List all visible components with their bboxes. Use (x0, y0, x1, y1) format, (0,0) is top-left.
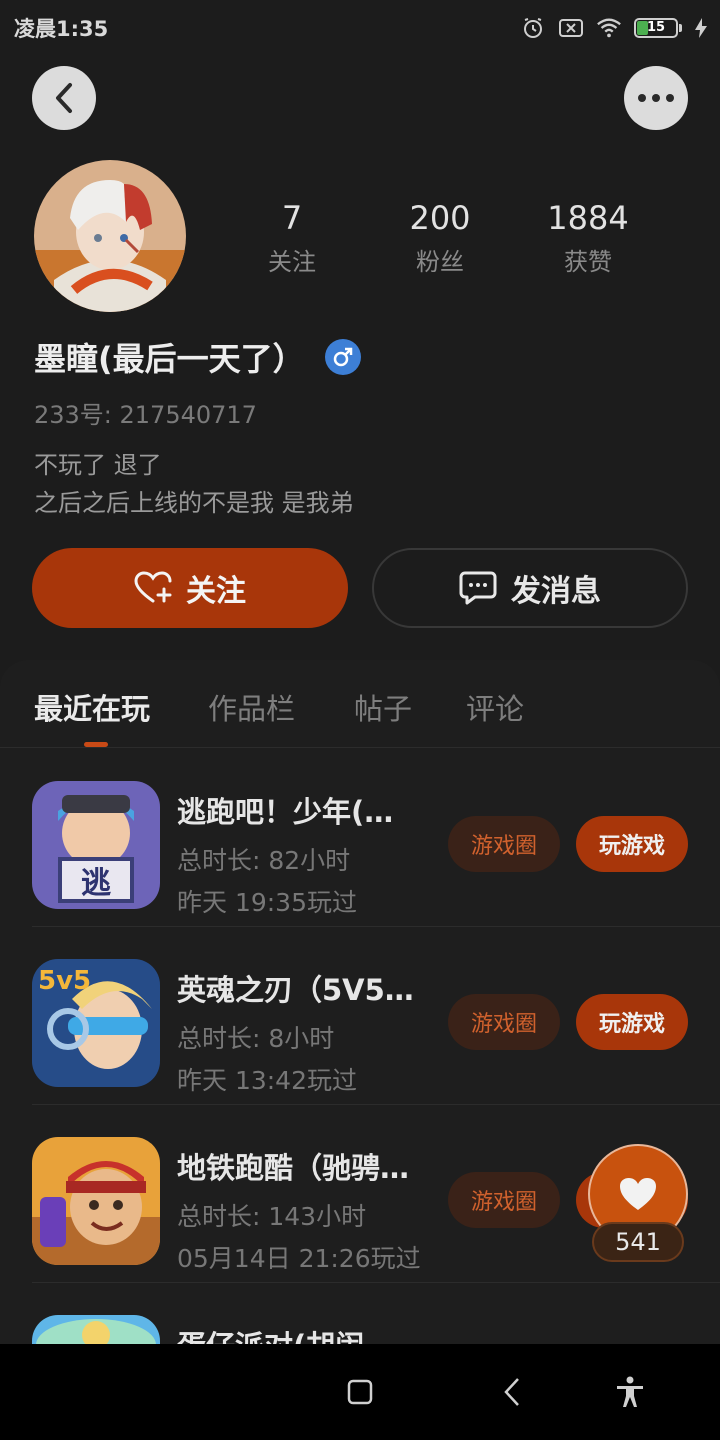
accessibility-icon (617, 1376, 643, 1407)
back-button[interactable] (32, 66, 96, 130)
stat-following[interactable]: 7 关注 (218, 196, 366, 277)
tab-posts[interactable]: 帖子 (354, 686, 412, 728)
following-count: 7 (281, 199, 303, 237)
svg-text:5v5: 5v5 (38, 966, 91, 996)
follow-label: 关注 (186, 574, 246, 609)
profile-bio: 不玩了 退了 之后之后上线的不是我 是我弟 (34, 446, 354, 522)
heart-plus-icon (134, 571, 172, 603)
profile-name: 墨瞳(最后一天了） (34, 340, 305, 378)
game-duration: 总时长: 8小时 (177, 1024, 335, 1053)
game-icon (32, 1137, 160, 1265)
game-last-played: 05月14日 21:26玩过 (177, 1244, 421, 1273)
recent-apps-button[interactable] (342, 1374, 378, 1410)
following-label: 关注 (268, 248, 316, 276)
message-label: 发消息 (511, 574, 601, 609)
back-arrow-icon (504, 1378, 519, 1406)
svg-text:逃: 逃 (81, 866, 111, 901)
likes-count: 1884 (547, 199, 629, 237)
fans-label: 粉丝 (416, 248, 464, 276)
game-circle-button[interactable]: 游戏圈 (448, 816, 560, 872)
likes-label: 获赞 (564, 248, 612, 276)
game-icon: 逃 (32, 781, 160, 909)
game-item[interactable]: 逃 逃跑吧！少年(… 总时长: 82小时 昨天 19:35玩过 游戏圈 玩游戏 (32, 749, 720, 927)
status-time: 凌晨1:35 (14, 17, 109, 41)
game-last-played: 昨天 19:35玩过 (177, 888, 357, 917)
stat-fans[interactable]: 200 粉丝 (366, 196, 514, 277)
game-last-played: 昨天 13:42玩过 (177, 1066, 357, 1095)
battery-level: 15 (646, 20, 666, 35)
tab-bar: 最近在玩 作品栏 帖子 评论 (0, 660, 720, 748)
chevron-left-icon (56, 83, 72, 113)
game-item[interactable]: 蛋仔派对(胡闹… (32, 1283, 720, 1344)
tab-indicator (84, 742, 108, 747)
tab-recently-played[interactable]: 最近在玩 (34, 686, 150, 728)
message-button[interactable]: 发消息 (372, 548, 688, 628)
male-icon (324, 339, 361, 375)
top-bar (32, 66, 688, 132)
game-title: 逃跑吧！少年(… (177, 795, 394, 829)
game-item[interactable]: 5v5 英魂之刃（5V5… 总时长: 8小时 昨天 13:42玩过 游戏圈 玩游… (32, 927, 720, 1105)
tab-comments[interactable]: 评论 (466, 686, 524, 728)
bio-line-2: 之后之后上线的不是我 是我弟 (34, 489, 354, 517)
chat-bubble-icon (459, 571, 497, 605)
tab-works[interactable]: 作品栏 (208, 686, 295, 728)
battery-icon: 15 (634, 18, 682, 38)
like-count: 541 (592, 1222, 684, 1262)
more-button[interactable] (624, 66, 688, 130)
profile-stats: 7 关注 200 粉丝 1884 获赞 (218, 196, 662, 277)
system-nav-bar (0, 1344, 720, 1440)
play-game-button[interactable]: 玩游戏 (576, 994, 688, 1050)
sim-disabled-icon (558, 15, 584, 41)
game-title: 蛋仔派对(胡闹… (177, 1323, 422, 1344)
like-float-button[interactable]: 541 (588, 1144, 688, 1264)
fans-count: 200 (409, 199, 471, 237)
status-icons: 15 (520, 15, 708, 41)
heart-icon (620, 1178, 656, 1210)
status-bar: 凌晨1:35 15 (0, 0, 720, 56)
game-duration: 总时长: 143小时 (177, 1202, 367, 1231)
alarm-icon (520, 15, 546, 41)
bio-line-1: 不玩了 退了 (34, 451, 162, 479)
charging-icon (694, 15, 708, 41)
play-game-button[interactable]: 玩游戏 (576, 816, 688, 872)
game-title: 地铁跑酷（驰骋… (177, 1151, 410, 1185)
game-title: 英魂之刃（5V5… (177, 973, 414, 1007)
more-dots-icon (638, 94, 674, 102)
game-icon (32, 1315, 160, 1344)
game-duration: 总时长: 82小时 (177, 846, 351, 875)
profile-uid: 233号: 217540717 (34, 401, 257, 429)
avatar[interactable] (34, 160, 186, 312)
game-circle-button[interactable]: 游戏圈 (448, 994, 560, 1050)
system-back-button[interactable] (494, 1374, 530, 1410)
profile-name-row: 墨瞳(最后一天了） (34, 334, 361, 380)
stat-likes[interactable]: 1884 获赞 (514, 196, 662, 277)
game-circle-button[interactable]: 游戏圈 (448, 1172, 560, 1228)
square-icon (347, 1379, 373, 1405)
follow-button[interactable]: 关注 (32, 548, 348, 628)
wifi-icon (596, 15, 622, 41)
game-icon: 5v5 (32, 959, 160, 1087)
accessibility-button[interactable] (612, 1374, 648, 1410)
